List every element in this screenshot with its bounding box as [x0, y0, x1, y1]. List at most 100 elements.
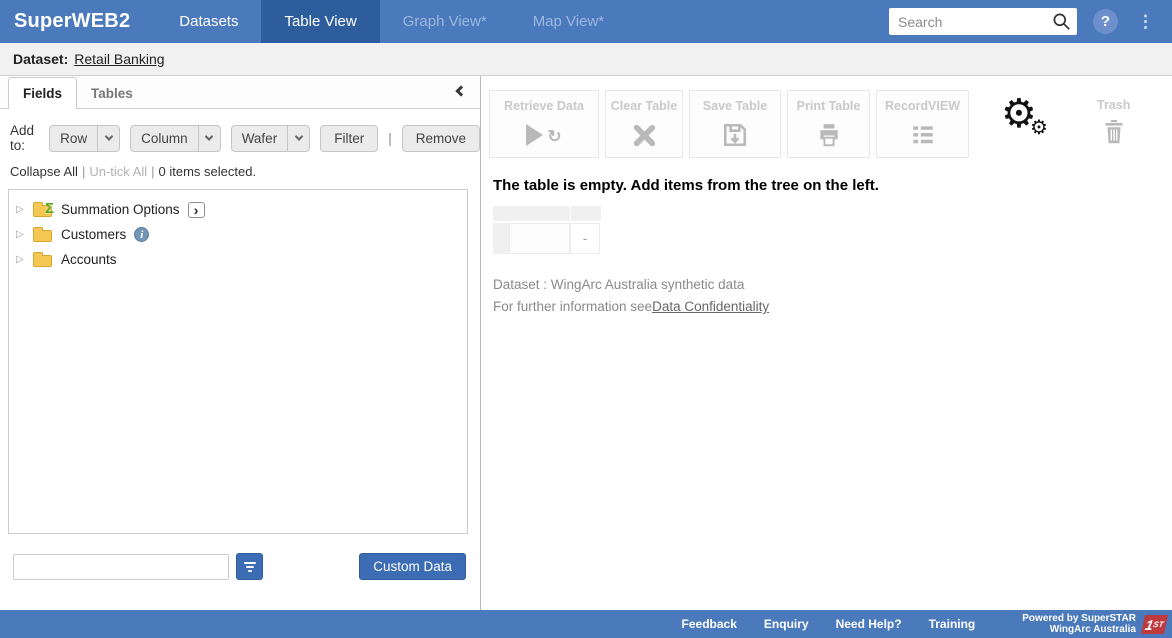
untick-all-link[interactable]: Un-tick All	[89, 164, 147, 179]
column-dropdown-label: Column	[131, 131, 198, 146]
folder-icon	[33, 255, 52, 267]
empty-table-message: The table is empty. Add items from the t…	[489, 177, 1172, 194]
powered-by-text: Powered by SuperSTAR WingArc Australia	[1022, 613, 1136, 635]
recordview-button[interactable]: RecordVIEW	[876, 90, 969, 158]
custom-data-button[interactable]: Custom Data	[359, 553, 466, 580]
open-options-chevron-button[interactable]: ›	[188, 202, 205, 218]
chevron-down-icon	[287, 126, 309, 151]
wafer-dropdown-label: Wafer	[232, 131, 288, 146]
print-table-label: Print Table	[797, 99, 861, 113]
nav-item-map-view[interactable]: Map View*	[510, 0, 627, 43]
tree-item-label[interactable]: Accounts	[61, 252, 117, 267]
field-selection-panel: Fields Tables Add to: Row Column Wafer F…	[0, 76, 481, 610]
dataset-label: Dataset:	[13, 51, 68, 67]
wafer-dropdown[interactable]: Wafer	[231, 125, 311, 152]
play-refresh-icon: ↻	[526, 120, 561, 150]
superstar-1st-logo: 1ST	[1141, 615, 1168, 634]
left-panel-tabs: Fields Tables	[0, 76, 480, 109]
retrieve-data-label: Retrieve Data	[504, 99, 584, 113]
tree-item-summation-options[interactable]: ▷ Σ Summation Options ›	[9, 197, 467, 222]
filter-button[interactable]: Filter	[320, 125, 378, 152]
tree-item-label[interactable]: Summation Options	[61, 202, 180, 217]
items-selected-count: 0 items selected.	[159, 164, 257, 179]
data-confidentiality-link[interactable]: Data Confidentiality	[652, 299, 769, 314]
trash-button[interactable]: Trash	[1097, 90, 1130, 147]
info-icon[interactable]: i	[134, 227, 149, 242]
tree-item-label[interactable]: Customers	[61, 227, 126, 242]
footer-link-feedback[interactable]: Feedback	[682, 617, 737, 631]
apply-filter-button[interactable]	[236, 553, 263, 580]
nav-item-table-view[interactable]: Table View	[261, 0, 379, 43]
trash-label: Trash	[1097, 98, 1130, 112]
row-dropdown[interactable]: Row	[49, 125, 120, 152]
empty-table-preview: -	[493, 206, 601, 254]
tree-item-accounts[interactable]: ▷ Accounts	[9, 247, 467, 272]
footer-link-need-help[interactable]: Need Help?	[836, 617, 902, 631]
confidentiality-prefix: For further information see	[493, 299, 652, 314]
table-header-cell	[571, 206, 601, 221]
trash-icon	[1102, 117, 1126, 147]
chevron-down-icon	[198, 126, 220, 151]
tree-search-row	[13, 553, 263, 580]
table-row-header-cell	[493, 223, 509, 254]
confidentiality-line: For further information seeData Confiden…	[489, 299, 1172, 314]
table-options-button[interactable]: ⚙ ⚙	[1001, 102, 1055, 150]
funnel-icon	[244, 562, 256, 564]
collapse-panel-icon[interactable]	[455, 85, 466, 96]
x-icon	[632, 120, 657, 150]
toolbar-separator: |	[388, 131, 392, 146]
tree-search-input[interactable]	[13, 554, 229, 580]
collapse-all-link[interactable]: Collapse All	[10, 164, 78, 179]
app-logo: SuperWEB2	[0, 0, 156, 43]
dataset-info-line: Dataset : WingArc Australia synthetic da…	[489, 277, 1172, 292]
tree-item-customers[interactable]: ▷ Customers i	[9, 222, 467, 247]
clear-table-button[interactable]: Clear Table	[605, 90, 683, 158]
sigma-icon: Σ	[45, 201, 54, 216]
table-empty-value-cell: -	[570, 223, 600, 254]
footer-link-enquiry[interactable]: Enquiry	[764, 617, 809, 631]
chevron-down-icon	[97, 126, 119, 151]
recordview-label: RecordVIEW	[885, 99, 960, 113]
remove-button[interactable]: Remove	[402, 125, 480, 152]
gear-small-icon: ⚙	[1030, 118, 1048, 138]
expand-triangle-icon[interactable]: ▷	[16, 254, 31, 265]
badge-suffix: ST	[1152, 620, 1164, 629]
search-box	[889, 8, 1077, 35]
dataset-link[interactable]: Retail Banking	[74, 51, 164, 67]
selection-status-row: Collapse All | Un-tick All | 0 items selecte…	[10, 164, 480, 179]
help-glyph: ?	[1101, 13, 1110, 30]
table-view-panel: Retrieve Data ↻ Clear Table Save Table P…	[481, 76, 1172, 610]
nav-item-datasets[interactable]: Datasets	[156, 0, 261, 43]
top-navbar: SuperWEB2 Datasets Table View Graph View…	[0, 0, 1172, 43]
search-input[interactable]	[889, 8, 1077, 35]
powered-by-line1: Powered by SuperSTAR	[1022, 613, 1136, 624]
field-tree: ▷ Σ Summation Options › ▷ Customers i ▷ …	[8, 189, 468, 534]
nav-item-graph-view[interactable]: Graph View*	[380, 0, 510, 43]
help-icon[interactable]: ?	[1093, 9, 1118, 34]
save-icon	[722, 120, 748, 150]
expand-triangle-icon[interactable]: ▷	[16, 229, 31, 240]
save-table-label: Save Table	[703, 99, 767, 113]
add-to-label: Add to:	[10, 123, 39, 153]
table-header-cell	[493, 206, 570, 221]
add-to-toolbar: Add to: Row Column Wafer Filter | Remove	[10, 123, 480, 153]
print-table-button[interactable]: Print Table	[787, 90, 870, 158]
separator: |	[82, 164, 85, 179]
footer-link-training[interactable]: Training	[929, 617, 976, 631]
search-icon[interactable]	[1052, 12, 1071, 31]
expand-triangle-icon[interactable]: ▷	[16, 204, 31, 215]
table-body-cell	[509, 223, 570, 254]
tab-fields[interactable]: Fields	[8, 77, 77, 109]
column-dropdown[interactable]: Column	[130, 125, 221, 152]
tab-tables[interactable]: Tables	[77, 78, 147, 108]
powered-by-line2: WingArc Australia	[1022, 624, 1136, 635]
menu-kebab-icon[interactable]: ⋮	[1132, 12, 1159, 32]
navbar-right-group: ? ⋮	[889, 0, 1172, 43]
clear-table-label: Clear Table	[611, 99, 677, 113]
footer-bar: Feedback Enquiry Need Help? Training Pow…	[0, 610, 1172, 638]
save-table-button[interactable]: Save Table	[689, 90, 781, 158]
summation-folder-icon: Σ	[33, 205, 52, 217]
separator: |	[151, 164, 154, 179]
retrieve-data-button[interactable]: Retrieve Data ↻	[489, 90, 599, 158]
row-dropdown-label: Row	[50, 131, 97, 146]
